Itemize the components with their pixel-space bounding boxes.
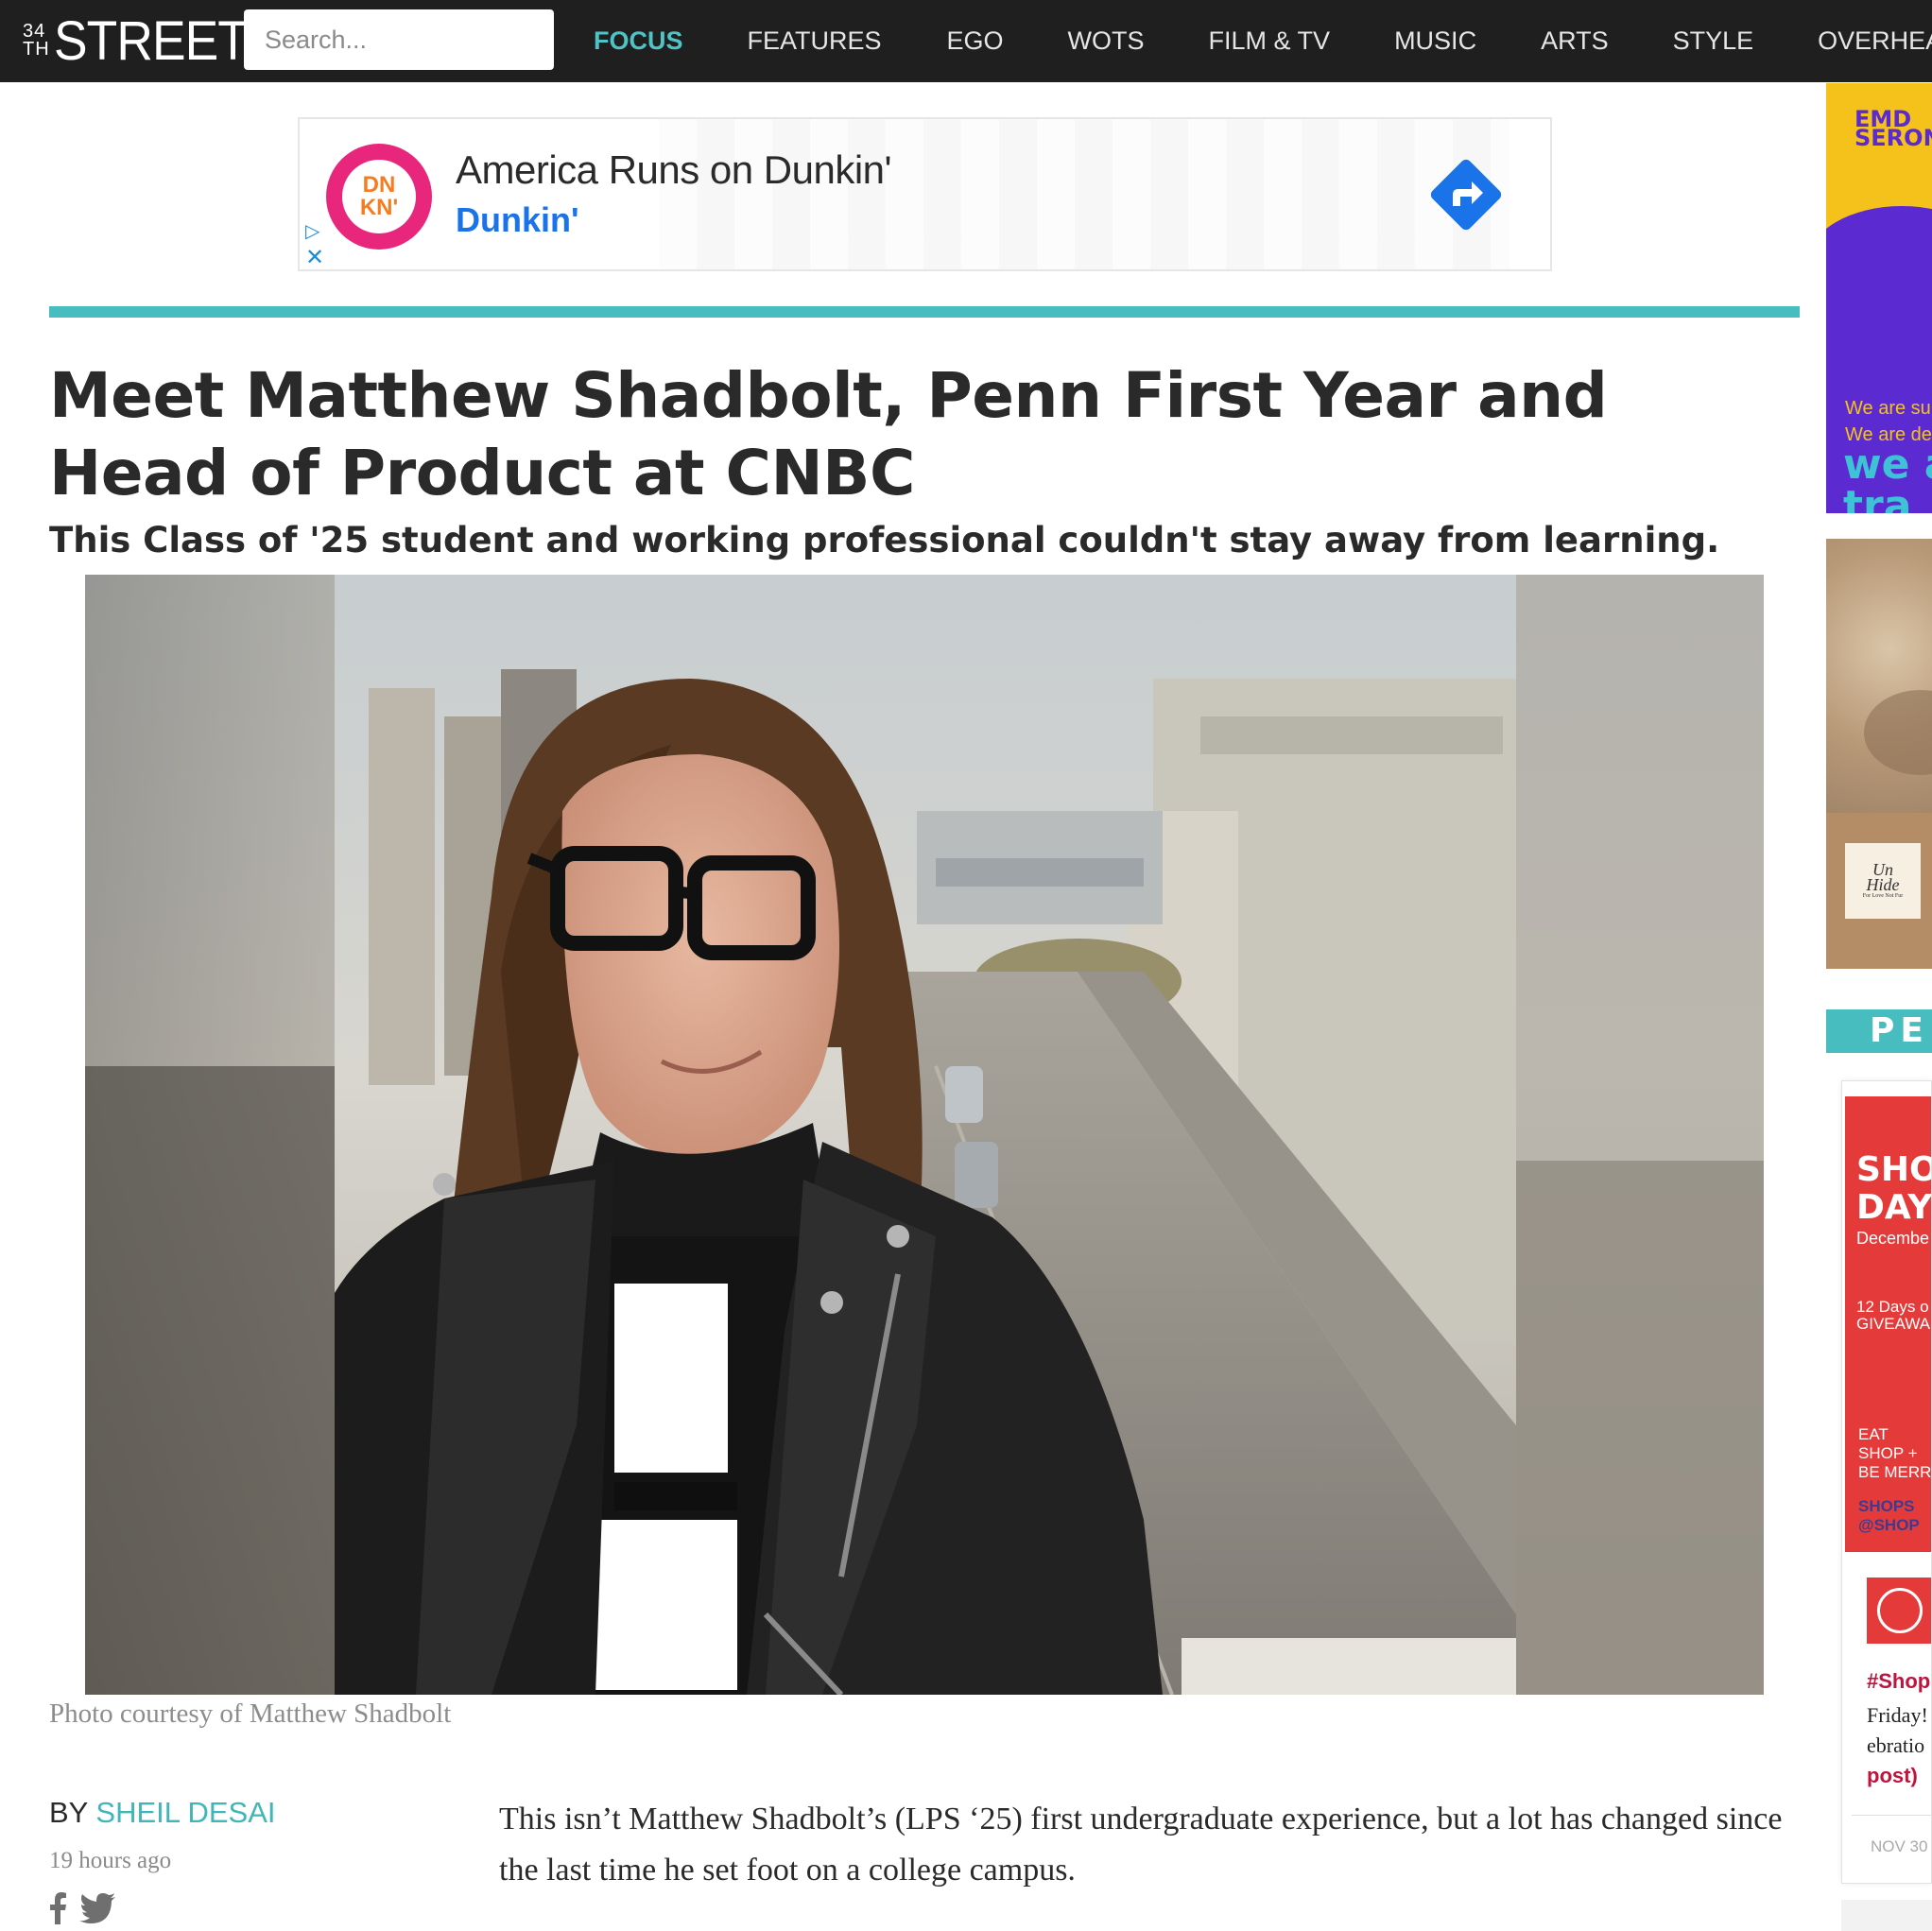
close-icon[interactable]: ✕ — [305, 244, 324, 269]
dunkin-ad-banner[interactable]: DN KN' America Runs on Dunkin' Dunkin' ▷… — [298, 117, 1552, 271]
logo-wordmark: STREET — [53, 9, 249, 72]
post-image-handle: SHOPS @SHOP — [1858, 1497, 1920, 1535]
article-subhead: This Class of '25 student and working pr… — [49, 520, 1720, 560]
byline-prefix: BY — [49, 1796, 96, 1829]
dunkin-logo-line1: DN — [362, 172, 396, 198]
ad-tagline-line1: We are su — [1845, 398, 1931, 419]
post-image-giveaway: 12 Days o GIVEAWA — [1856, 1299, 1930, 1333]
post-giveaway-line1: 12 Days o — [1856, 1298, 1929, 1316]
top-nav: 34 TH STREET FOCUS FEATURES EGO WOTS FIL… — [0, 0, 1932, 82]
dunkin-logo-line2: KN' — [359, 195, 399, 220]
post-text-line1: Friday! — [1867, 1703, 1928, 1727]
logo-number-bottom: TH — [23, 39, 50, 60]
article-headline: Meet Matthew Shadbolt, Penn First Year a… — [49, 359, 1608, 509]
post-image: SHO DAYS Decembe 12 Days o GIVEAWA EAT S… — [1845, 1096, 1932, 1552]
nav-item-wots[interactable]: WOTS — [1068, 26, 1145, 56]
rail-section-label: PE — [1826, 1009, 1932, 1053]
unhide-logo-tagline: For Love Not Fur — [1862, 893, 1904, 899]
twitter-icon[interactable] — [79, 1893, 115, 1923]
rail-ad-emd-serono[interactable]: EMD SERON We are su We are de we a tra — [1826, 83, 1932, 513]
unhide-logo-line2: Hide — [1866, 875, 1900, 894]
author-link[interactable]: SHEIL DESAI — [95, 1796, 275, 1829]
post-cta-line3: BE MERR — [1858, 1463, 1932, 1481]
post-handle-line2: @SHOP — [1858, 1516, 1920, 1534]
nav-item-style[interactable]: STYLE — [1673, 26, 1754, 56]
post-text-line3[interactable]: post) — [1867, 1764, 1918, 1788]
share-buttons — [49, 1892, 115, 1924]
post-divider — [1852, 1815, 1931, 1816]
nav-item-ego[interactable]: EGO — [947, 26, 1004, 56]
post-hashtag[interactable]: #Shop — [1867, 1669, 1930, 1694]
post-image-cta: EAT SHOP + BE MERR — [1858, 1425, 1931, 1482]
post-headline-line2: DAYS — [1856, 1188, 1932, 1227]
search-input[interactable] — [244, 9, 554, 70]
adchoices-icon[interactable]: ▷ — [305, 219, 319, 243]
photo-caption: Photo courtesy of Matthew Shadbolt — [49, 1698, 452, 1729]
dunkin-logo: DN KN' — [326, 144, 432, 250]
logo-number: 34 TH — [23, 22, 50, 60]
byline: BY SHEIL DESAI — [49, 1796, 276, 1830]
ad-headline-line1: we a — [1843, 440, 1932, 489]
unhide-logo-card: Un Hide For Love Not Fur — [1845, 843, 1921, 919]
nav-item-film-tv[interactable]: FILM & TV — [1209, 26, 1331, 56]
post-cta-line2: SHOP + — [1858, 1444, 1918, 1462]
article-photo — [85, 575, 1764, 1695]
ad-brand: Dunkin' — [456, 200, 579, 239]
post-cta-line1: EAT — [1858, 1425, 1889, 1443]
publish-time: 19 hours ago — [49, 1848, 172, 1873]
nav-item-focus[interactable]: FOCUS — [594, 26, 683, 56]
article-body-paragraph: This isn’t Matthew Shadbolt’s (LPS ‘25) … — [499, 1802, 1783, 1888]
facebook-icon[interactable] — [49, 1892, 66, 1924]
ad-purple-curve — [1826, 206, 1932, 319]
nav-item-music[interactable]: MUSIC — [1394, 26, 1476, 56]
post-headline-line1: SHO — [1856, 1150, 1932, 1189]
portrait-illustration — [85, 575, 1764, 1695]
section-menu: FOCUS FEATURES EGO WOTS FILM & TV MUSIC … — [567, 0, 1932, 82]
post-image-headline: SHO DAYS — [1856, 1150, 1932, 1227]
nav-item-arts[interactable]: ARTS — [1541, 26, 1609, 56]
ad-background — [659, 119, 1509, 269]
post-giveaway-line2: GIVEAWA — [1856, 1315, 1931, 1333]
ad-title: America Runs on Dunkin' — [456, 147, 892, 192]
post-avatar[interactable] — [1867, 1578, 1931, 1644]
post-date: NOV 30 — [1871, 1837, 1928, 1855]
ad-headline-line2: tra — [1843, 482, 1912, 514]
site-logo[interactable]: 34 TH STREET — [23, 9, 264, 72]
post-text-line2: ebratio — [1867, 1733, 1925, 1757]
social-post-card[interactable]: SHO DAYS Decembe 12 Days o GIVEAWA EAT S… — [1841, 1080, 1932, 1884]
ad-brand-line2: SERON — [1854, 125, 1932, 151]
directions-arrow-icon[interactable] — [1424, 153, 1508, 236]
post-handle-line1: SHOPS — [1858, 1497, 1915, 1515]
post-image-date: Decembe — [1856, 1229, 1930, 1248]
nav-item-overheards[interactable]: OVERHEARDS — [1818, 26, 1932, 56]
rail-next-card — [1841, 1900, 1932, 1931]
section-divider — [49, 306, 1800, 318]
rail-ad-unhide[interactable]: Un Hide For Love Not Fur — [1826, 539, 1932, 969]
ad-brand-logo: EMD SERON — [1854, 108, 1932, 151]
nav-item-features[interactable]: FEATURES — [748, 26, 882, 56]
ad-headline: we a tra — [1843, 440, 1932, 514]
